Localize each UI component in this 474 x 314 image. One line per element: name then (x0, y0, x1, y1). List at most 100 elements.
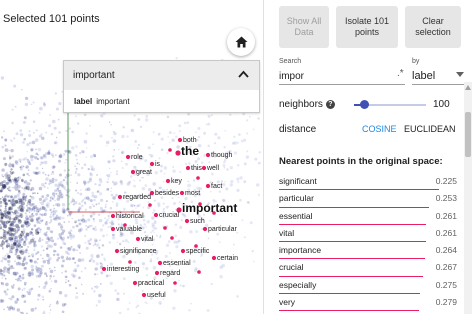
show-all-data-button[interactable]: Show All Data (279, 6, 329, 48)
highlighted-point[interactable] (132, 280, 138, 286)
highlighted-point[interactable] (205, 183, 211, 189)
point-label: most (185, 190, 200, 197)
euclidean-option[interactable]: EUCLIDEAN (404, 124, 456, 134)
nearest-point-row[interactable]: crucial 0.267 (279, 260, 457, 277)
point-label: both (183, 137, 197, 144)
highlighted-point[interactable] (180, 248, 186, 254)
nearest-point-bar (279, 241, 426, 243)
highlighted-point[interactable] (212, 211, 216, 215)
point-label: regard (160, 270, 180, 277)
highlighted-point[interactable] (194, 244, 198, 248)
point-label: essential (163, 260, 191, 267)
nearest-point-bar (279, 293, 420, 295)
nearest-point-word: significant (279, 176, 317, 186)
chevron-up-icon[interactable] (238, 70, 249, 78)
highlighted-point[interactable] (149, 161, 155, 167)
popup-title: important (73, 70, 115, 81)
nearest-point-word: importance (279, 245, 322, 256)
point-label: role (131, 154, 143, 161)
point-label: valuable (116, 226, 142, 233)
highlighted-point[interactable] (205, 152, 211, 158)
point-label: this (191, 165, 202, 172)
highlighted-point[interactable] (114, 248, 120, 254)
nearest-point-distance: 0.261 (435, 227, 457, 238)
highlighted-point[interactable] (197, 270, 201, 274)
highlighted-point[interactable] (110, 213, 116, 219)
search-by-select[interactable]: label (412, 67, 464, 85)
nearest-point-bar (279, 189, 439, 191)
isolate-points-button[interactable]: Isolate 101 points (336, 6, 398, 48)
scrollbar-thumb[interactable] (465, 112, 471, 157)
highlighted-point[interactable] (157, 260, 163, 266)
nearest-point-row[interactable]: importance 0.264 (279, 243, 457, 260)
help-icon[interactable]: ? (325, 100, 335, 109)
home-button[interactable] (227, 28, 255, 56)
regex-toggle[interactable]: .* (397, 68, 404, 79)
nearest-point-distance: 0.253 (435, 193, 457, 204)
nearest-point-word: crucial (279, 262, 304, 273)
selection-toolbar: Show All Data Isolate 101 points Clear s… (279, 6, 461, 48)
highlighted-point[interactable] (130, 169, 136, 175)
nearest-point-distance: 0.279 (435, 297, 457, 308)
clear-selection-button[interactable]: Clear selection (405, 6, 461, 48)
highlighted-point[interactable] (179, 190, 185, 196)
point-label: is (155, 161, 161, 168)
popup-field-key: label (74, 97, 93, 106)
scroll-up-icon[interactable] (465, 85, 471, 90)
highlighted-point[interactable] (177, 137, 183, 143)
point-label: crucial (159, 212, 180, 219)
highlighted-point[interactable] (170, 236, 174, 240)
highlighted-point[interactable] (117, 194, 123, 200)
highlighted-point[interactable] (201, 165, 207, 171)
highlighted-point[interactable] (185, 165, 191, 171)
highlighted-point[interactable] (128, 260, 132, 264)
highlighted-point[interactable] (110, 226, 116, 232)
highlighted-point[interactable] (135, 236, 141, 242)
nearest-point-distance: 0.261 (435, 210, 457, 221)
highlighted-point[interactable] (141, 292, 147, 298)
slider-thumb[interactable] (360, 100, 370, 109)
highlighted-point[interactable] (123, 223, 127, 227)
panel-scrollbar[interactable] (464, 82, 472, 314)
highlighted-point[interactable] (175, 150, 181, 156)
nearest-point-bar (279, 258, 425, 260)
selected-count: Selected 101 points (3, 13, 100, 25)
highlighted-point[interactable] (101, 266, 107, 272)
point-label: specific (186, 248, 210, 255)
nearest-point-row[interactable]: especially 0.275 (279, 278, 457, 295)
search-input[interactable] (279, 68, 405, 85)
nearest-point-distance: 0.267 (435, 262, 457, 273)
highlighted-point[interactable] (202, 226, 208, 232)
nearest-point-word: vital (279, 227, 295, 238)
nearest-point-row[interactable]: very 0.279 (279, 295, 457, 312)
search-by-value: label (412, 69, 436, 82)
neighbors-slider[interactable] (354, 100, 426, 110)
highlighted-point[interactable] (154, 270, 160, 276)
highlighted-point[interactable] (168, 148, 172, 152)
highlighted-point[interactable] (211, 255, 217, 261)
highlighted-point[interactable] (196, 176, 200, 180)
nearest-point-row[interactable]: vital 0.261 (279, 226, 457, 243)
highlighted-point[interactable] (198, 202, 202, 206)
nearest-points-title: Nearest points in the original space: (279, 156, 443, 167)
highlighted-point[interactable] (173, 281, 177, 285)
distance-label: distance (279, 124, 317, 135)
nearest-point-bar (279, 223, 426, 225)
scatter-plot[interactable]: boththe though role is this well great key fact r… (0, 0, 262, 314)
highlighted-point[interactable] (163, 226, 167, 230)
nearest-point-row[interactable]: significant 0.225 (279, 174, 457, 191)
highlighted-point[interactable] (125, 154, 131, 160)
nearest-point-row[interactable]: particular 0.253 (279, 191, 457, 208)
cosine-option[interactable]: COSINE (362, 124, 397, 134)
highlighted-point[interactable] (153, 212, 159, 218)
highlighted-point[interactable] (148, 203, 152, 207)
projection-view[interactable]: both the though role is this well great key fact r… (0, 0, 262, 314)
point-label: interesting (107, 266, 139, 273)
point-label: certain (217, 255, 238, 262)
popup-header[interactable]: important (64, 61, 259, 90)
highlighted-point[interactable] (165, 178, 171, 184)
highlighted-point[interactable] (149, 190, 155, 196)
nearest-point-row[interactable]: essential 0.261 (279, 209, 457, 226)
highlighted-point[interactable] (184, 218, 190, 224)
nearest-points-list: significant 0.225 particular 0.253 essential… (279, 174, 457, 312)
